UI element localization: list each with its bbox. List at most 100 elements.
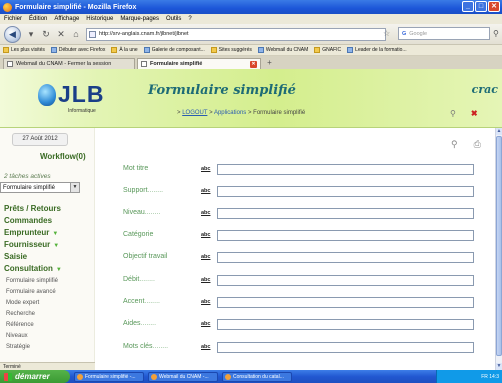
start-button[interactable]: démarrer bbox=[0, 370, 70, 383]
tray-clock: FR 14:3 bbox=[481, 373, 499, 380]
field-row-support: Support........ abc bbox=[96, 186, 496, 199]
close-session-icon[interactable]: ✖ bbox=[471, 109, 478, 118]
menu-help[interactable]: ? bbox=[188, 16, 191, 22]
bookmark-item[interactable]: Les plus visités bbox=[3, 47, 45, 53]
search-input[interactable]: G Google bbox=[398, 27, 490, 40]
user-name: crac bbox=[471, 83, 498, 96]
tab-formulaire[interactable]: Formulaire simplifié ✕ bbox=[137, 58, 261, 69]
menu-saisie[interactable]: Saisie bbox=[4, 252, 27, 261]
menu-consultation[interactable]: Consultation ▼ bbox=[4, 264, 62, 273]
menu-historique[interactable]: Historique bbox=[86, 16, 113, 22]
support-input[interactable] bbox=[217, 186, 474, 197]
bookmark-item[interactable]: Webmail du CNAM bbox=[257, 47, 308, 53]
maximize-button[interactable]: □ bbox=[475, 1, 487, 12]
taskbar-item-consultation[interactable]: Consultation du catal... bbox=[222, 371, 292, 382]
submenu-niveaux[interactable]: Niveaux bbox=[6, 333, 28, 339]
bookmark-star-icon[interactable]: ☆ bbox=[383, 29, 390, 38]
logout-link[interactable]: LOGOUT bbox=[182, 110, 207, 116]
field-label: Catégorie bbox=[123, 231, 154, 238]
minimize-button[interactable]: _ bbox=[462, 1, 474, 12]
mot-titre-input[interactable] bbox=[217, 164, 474, 175]
menu-commandes[interactable]: Commandes bbox=[4, 216, 52, 225]
field-label: Support........ bbox=[123, 187, 164, 194]
chevron-down-icon: ▼ bbox=[70, 183, 79, 192]
rss-icon bbox=[111, 47, 118, 53]
stop-icon[interactable]: ✕ bbox=[56, 29, 66, 40]
reload-icon[interactable]: ↻ bbox=[41, 29, 51, 40]
menu-emprunteur[interactable]: Emprunteur ▼ bbox=[4, 228, 58, 237]
window-titlebar: Formulaire simplifié - Mozilla Firefox _… bbox=[0, 0, 502, 14]
firefox-icon bbox=[3, 2, 12, 12]
form-type-select[interactable]: Formulaire simplifié ▼ bbox=[0, 182, 80, 193]
scroll-down-icon[interactable]: ▼ bbox=[496, 363, 502, 370]
submenu-recherche[interactable]: Recherche bbox=[6, 311, 35, 317]
objectif-travail-input[interactable] bbox=[217, 252, 474, 263]
bookmark-icon bbox=[210, 47, 217, 53]
bookmark-item[interactable]: Galerie de composant... bbox=[143, 47, 205, 53]
windows-logo-icon bbox=[4, 372, 12, 381]
vertical-scrollbar[interactable]: ▲ ▼ bbox=[495, 128, 502, 370]
submenu-formulaire-avance[interactable]: Formulaire avancé bbox=[6, 289, 56, 295]
menu-fichier[interactable]: Fichier bbox=[4, 16, 22, 22]
menu-fournisseur[interactable]: Fournisseur ▼ bbox=[4, 240, 59, 249]
mots-cles-input[interactable] bbox=[217, 342, 474, 353]
menu-prets-retours[interactable]: Prêts / Retours bbox=[4, 204, 61, 213]
field-row-debit: Débit........ abc bbox=[96, 275, 496, 288]
back-button[interactable]: ◀ bbox=[4, 25, 21, 43]
tab-webmail[interactable]: Webmail du CNAM - Fermer la session bbox=[3, 58, 135, 69]
aides-input[interactable] bbox=[217, 319, 474, 330]
home-icon[interactable]: ⌂ bbox=[71, 29, 81, 39]
categorie-input[interactable] bbox=[217, 230, 474, 241]
scroll-thumb[interactable] bbox=[496, 136, 502, 356]
close-tab-icon[interactable]: ✕ bbox=[250, 61, 257, 68]
dropdown-icon[interactable]: ▾ bbox=[26, 29, 36, 40]
bookmarks-toolbar: Les plus visités Débuter avec Firefox À … bbox=[0, 45, 502, 56]
close-window-button[interactable]: ✕ bbox=[488, 1, 500, 12]
abc-icon: abc bbox=[201, 254, 211, 260]
submenu-mode-expert[interactable]: Mode expert bbox=[6, 300, 39, 306]
search-key-icon[interactable]: ⚲ bbox=[451, 139, 458, 150]
bookmark-item[interactable]: Sites suggérés bbox=[210, 47, 252, 53]
abc-icon: abc bbox=[201, 210, 211, 216]
menu-marque-pages[interactable]: Marque-pages bbox=[120, 16, 159, 22]
search-icon[interactable]: ⚲ bbox=[493, 29, 499, 38]
field-label: Débit........ bbox=[123, 276, 155, 283]
site-icon bbox=[89, 30, 96, 38]
key-icon[interactable]: ⚲ bbox=[450, 109, 456, 118]
field-label: Accent........ bbox=[123, 298, 160, 305]
submenu-reference[interactable]: Référence bbox=[6, 322, 34, 328]
abc-icon: abc bbox=[201, 277, 211, 283]
niveau-input[interactable] bbox=[217, 208, 474, 219]
chevron-down-icon: ▼ bbox=[55, 267, 62, 273]
field-row-mots-cles: Mots clés........ abc bbox=[96, 342, 496, 355]
taskbar-item-formulaire[interactable]: Formulaire simplifié -... bbox=[74, 371, 144, 382]
accent-input[interactable] bbox=[217, 297, 474, 308]
page-title: Formulaire simplifié bbox=[148, 83, 296, 98]
new-tab-button[interactable]: + bbox=[265, 59, 274, 68]
debit-input[interactable] bbox=[217, 275, 474, 286]
url-bar[interactable]: http://srv-anglais.cnam.fr/jlbnet/jlbnet bbox=[86, 27, 386, 41]
window-controls: _ □ ✕ bbox=[462, 1, 500, 12]
abc-icon: abc bbox=[201, 166, 211, 172]
field-row-categorie: Catégorie abc bbox=[96, 230, 496, 243]
menu-edition[interactable]: Édition bbox=[29, 16, 47, 22]
scroll-up-icon[interactable]: ▲ bbox=[496, 128, 502, 135]
bookmark-item[interactable]: Débuter avec Firefox bbox=[50, 47, 105, 53]
bookmark-item[interactable]: Leader de la formatio... bbox=[347, 47, 407, 53]
taskbar-item-webmail[interactable]: Webmail du CNAM -... bbox=[148, 371, 218, 382]
print-icon[interactable]: ⎙ bbox=[474, 139, 481, 150]
search-placeholder: Google bbox=[409, 30, 428, 37]
workflow-link[interactable]: Workflow(0) bbox=[40, 152, 86, 161]
bookmark-item[interactable]: À la une bbox=[111, 47, 138, 53]
applications-link[interactable]: Applications bbox=[214, 110, 246, 116]
field-label: Niveau........ bbox=[123, 209, 161, 216]
menu-outils[interactable]: Outils bbox=[166, 16, 181, 22]
system-tray: FR 14:3 bbox=[436, 370, 502, 383]
menu-affichage[interactable]: Affichage bbox=[54, 16, 79, 22]
bookmark-icon bbox=[347, 47, 354, 53]
firefox-icon bbox=[77, 373, 83, 380]
submenu-formulaire-simplifie[interactable]: Formulaire simplifié bbox=[6, 278, 58, 284]
firefox-icon bbox=[225, 373, 231, 380]
bookmark-item[interactable]: GNAFIC bbox=[314, 47, 341, 53]
submenu-strategie[interactable]: Stratégie bbox=[6, 344, 30, 350]
